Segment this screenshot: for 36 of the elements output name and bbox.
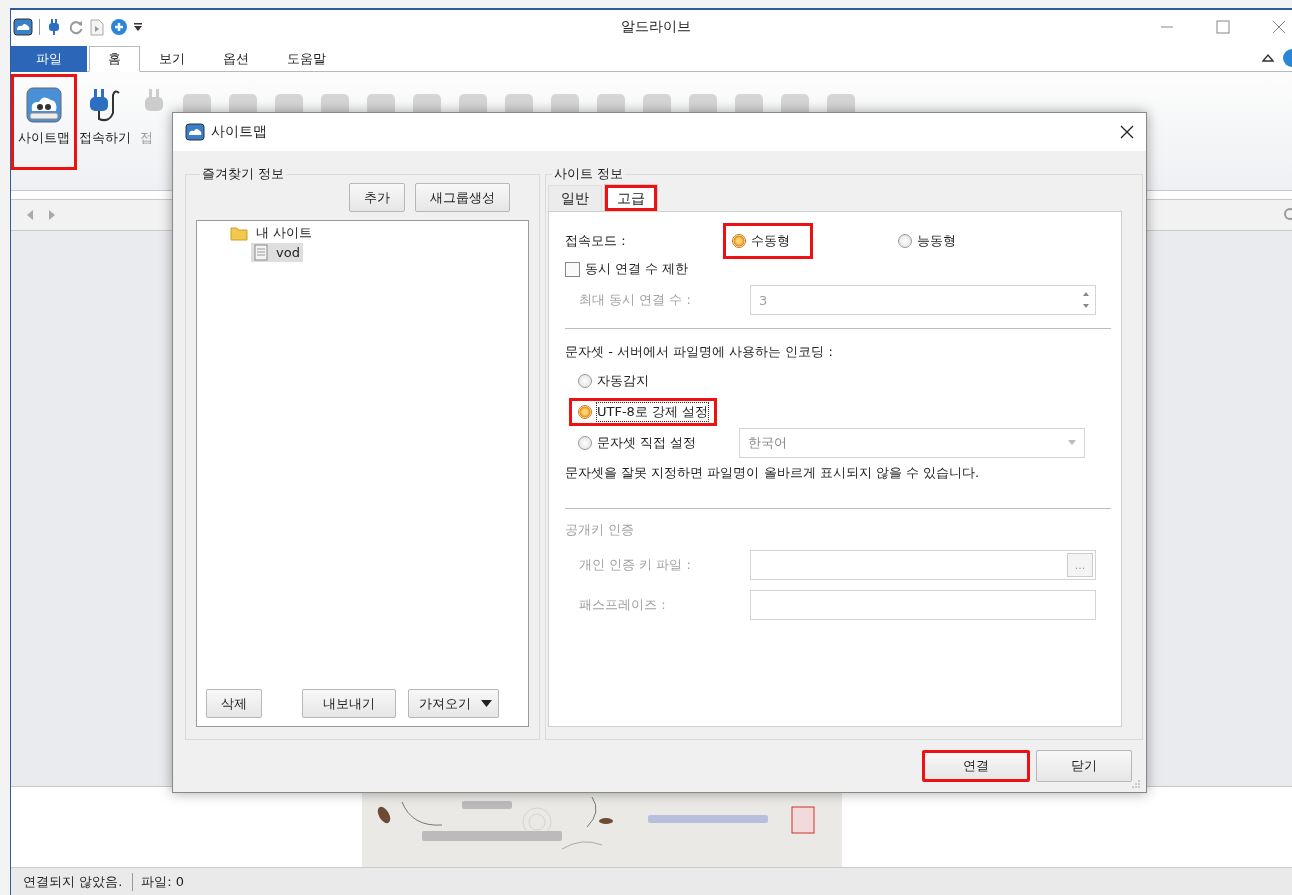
panel-button[interactable]: 새그룹생성: [415, 183, 510, 212]
field-label: 개인 인증 키 파일 :: [579, 556, 692, 574]
ribbon-tab[interactable]: 옵션: [204, 46, 268, 72]
panel-button[interactable]: 내보내기: [302, 689, 396, 718]
ribbon-tab[interactable]: 파일: [11, 46, 87, 72]
ribbon-button[interactable]: 사이트맵: [11, 74, 77, 170]
radio-option[interactable]: 수동형: [723, 223, 813, 259]
tab[interactable]: 일반: [548, 185, 602, 211]
radio-option[interactable]: 자동감지: [569, 366, 729, 395]
panel-title: 사이트 정보: [553, 165, 625, 183]
dialog-title: 사이트맵: [211, 123, 267, 141]
status-text: 연결되지 않았음.: [23, 872, 124, 891]
section-label: 공개키 인증: [565, 521, 636, 539]
checkbox-option[interactable]: 동시 연결 수 제한: [565, 256, 1111, 282]
ribbon-tab[interactable]: 홈: [89, 46, 140, 72]
tree-item[interactable]: vod: [251, 243, 303, 262]
field-label: 최대 동시 연결 수 :: [579, 291, 692, 309]
dialog-button[interactable]: 연결: [922, 750, 1030, 782]
field-label: 패스프레이즈 :: [579, 596, 667, 614]
ribbon-tab[interactable]: 보기: [140, 46, 204, 72]
panel-button[interactable]: 삭제: [206, 689, 262, 718]
ribbon-tab[interactable]: 도움말: [268, 46, 345, 72]
radio-option[interactable]: 능동형: [889, 227, 965, 255]
window-title: 알드라이브: [621, 18, 691, 36]
warning-text: 문자셋을 잘못 지정하면 파일명이 올바르게 표시되지 않을 수 있습니다.: [565, 464, 981, 482]
panel-button[interactable]: 가져오기: [408, 689, 499, 718]
section-label: 문자셋 - 서버에서 파일명에 사용하는 인코딩 :: [565, 343, 834, 361]
radio-option[interactable]: 문자셋 직접 설정: [569, 428, 729, 457]
panel-button[interactable]: 추가: [349, 183, 405, 212]
panel-title: 즐겨찾기 정보: [201, 165, 286, 183]
radio-option[interactable]: UTF-8로 강제 설정: [569, 397, 718, 426]
tab[interactable]: 고급: [604, 184, 658, 212]
tree-item[interactable]: 내 사이트: [227, 223, 316, 243]
field-label: 접속모드 :: [565, 232, 627, 250]
status-text: 파일: 0: [132, 872, 195, 891]
dialog-button[interactable]: 닫기: [1036, 750, 1132, 782]
